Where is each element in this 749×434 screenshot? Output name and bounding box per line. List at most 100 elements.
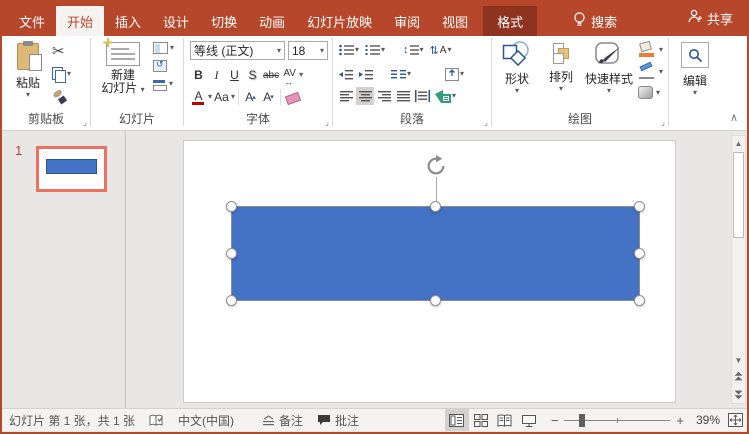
scrollbar-thumb[interactable] — [733, 152, 744, 238]
numbering-icon — [365, 44, 380, 56]
tab-view[interactable]: 视图 — [431, 6, 479, 36]
normal-view-button[interactable] — [445, 409, 469, 431]
align-right-button[interactable] — [375, 87, 393, 105]
slide-layout-button[interactable]: ▾ — [153, 42, 174, 54]
scroll-up-button[interactable]: ▲ — [732, 136, 745, 150]
tab-review[interactable]: 审阅 — [383, 6, 431, 36]
notes-button[interactable]: 备注 — [255, 409, 310, 431]
character-spacing-button[interactable]: AV — [281, 66, 298, 84]
resize-handle-top-right[interactable] — [634, 201, 645, 212]
drawing-dialog-launcher[interactable]: ⌟ — [661, 118, 665, 126]
distribute-text-button[interactable] — [413, 87, 432, 105]
resize-handle-top-left[interactable] — [226, 201, 237, 212]
rotate-handle[interactable] — [425, 155, 447, 182]
bold-button[interactable]: B — [190, 66, 207, 84]
smartart-icon — [435, 90, 451, 103]
slide-show-button[interactable] — [517, 409, 541, 431]
cut-button[interactable]: ✂ — [52, 42, 71, 60]
line-spacing-button[interactable]: ↕ ▾ — [401, 41, 426, 59]
italic-button[interactable]: I — [208, 66, 225, 84]
spell-check-button[interactable] — [142, 409, 171, 431]
fit-slide-to-window-button[interactable] — [728, 413, 743, 427]
editing-label: 编辑 — [683, 72, 707, 89]
copy-button[interactable]: ▾ — [52, 65, 71, 83]
resize-handle-top-center[interactable] — [430, 201, 441, 212]
status-bar-right: − + 39% — [445, 409, 743, 431]
tab-file[interactable]: 文件 — [8, 6, 56, 36]
comments-icon — [317, 414, 331, 426]
increase-indent-button[interactable] — [357, 65, 375, 83]
paragraph-dialog-launcher[interactable]: ⌟ — [484, 118, 488, 126]
collapse-ribbon-button[interactable]: ∧ — [730, 111, 738, 124]
arrange-button[interactable]: 排列 ▾ — [538, 41, 584, 115]
format-painter-button[interactable] — [52, 88, 71, 106]
tab-insert[interactable]: 插入 — [104, 6, 152, 36]
zoom-slider-track[interactable] — [564, 420, 670, 421]
sparkle-icon — [103, 38, 112, 47]
reading-view-button[interactable] — [493, 409, 517, 431]
font-name-combobox[interactable]: 等线 (正文) ▾ — [190, 41, 285, 60]
strikethrough-button[interactable]: abc — [262, 66, 280, 84]
bullets-button[interactable]: ▾ — [337, 41, 361, 59]
text-direction-button[interactable]: ⇅A ▾ — [428, 41, 454, 59]
convert-smartart-button[interactable]: ▾ — [433, 87, 458, 105]
tab-home[interactable]: 开始 — [56, 6, 104, 36]
resize-handle-middle-right[interactable] — [634, 248, 645, 259]
dropdown-arrow-icon: ▾ — [452, 92, 456, 100]
slide-sorter-view-button[interactable] — [469, 409, 493, 431]
resize-handle-bottom-right[interactable] — [634, 295, 645, 306]
clipboard-dialog-launcher[interactable]: ⌟ — [83, 118, 87, 126]
tab-transitions[interactable]: 切换 — [200, 6, 248, 36]
slide-canvas[interactable] — [183, 140, 676, 403]
font-dialog-launcher[interactable]: ⌟ — [325, 118, 329, 126]
workspace: 1 ▲ ▼ — [2, 131, 747, 408]
grow-font-button[interactable]: A▴ — [242, 88, 259, 106]
shape-fill-button[interactable]: ▾ — [638, 42, 663, 57]
scroll-down-button[interactable]: ▼ — [732, 353, 745, 367]
paste-button[interactable]: 粘贴 ▾ — [8, 41, 48, 113]
numbering-button[interactable]: ▾ — [363, 41, 387, 59]
align-text-button[interactable]: ▾ — [443, 65, 466, 83]
share-button[interactable]: 共享 — [687, 0, 733, 36]
columns-button[interactable]: ▾ — [389, 65, 413, 83]
align-center-button[interactable] — [356, 87, 374, 105]
change-case-button[interactable]: Aa — [213, 88, 230, 106]
shape-outline-button[interactable]: ▾ — [638, 64, 663, 79]
font-size-combobox[interactable]: 18 ▾ — [288, 41, 328, 60]
resize-handle-bottom-left[interactable] — [226, 295, 237, 306]
shapes-button[interactable]: 形状 ▾ — [494, 41, 540, 115]
previous-slide-button[interactable] — [732, 367, 745, 385]
slide-indicator[interactable]: 幻灯片 第 1 张，共 1 张 — [2, 409, 142, 431]
slide-thumbnail[interactable] — [36, 146, 107, 192]
language-button[interactable]: 中文(中国) — [171, 409, 241, 431]
dropdown-arrow-icon: ▾ — [659, 46, 663, 54]
tab-slideshow[interactable]: 幻灯片放映 — [296, 6, 383, 36]
zoom-slider-thumb[interactable] — [579, 414, 585, 427]
text-shadow-button[interactable]: S — [244, 66, 261, 84]
quick-styles-button[interactable]: 快速样式 ▾ — [582, 41, 636, 115]
clear-formatting-button[interactable] — [284, 88, 301, 106]
tell-me-search[interactable]: 搜索 — [563, 6, 627, 36]
underline-button[interactable]: U — [226, 66, 243, 84]
comments-button[interactable]: 批注 — [310, 409, 366, 431]
resize-handle-bottom-center[interactable] — [430, 295, 441, 306]
next-slide-button[interactable] — [732, 385, 745, 403]
font-color-button[interactable]: A — [190, 88, 207, 106]
justify-button[interactable] — [394, 87, 412, 105]
editing-button[interactable]: 编辑 ▾ — [677, 42, 713, 97]
shape-effects-button[interactable]: ▾ — [638, 86, 663, 99]
resize-handle-middle-left[interactable] — [226, 248, 237, 259]
zoom-percentage[interactable]: 39% — [690, 413, 720, 427]
reset-slide-button[interactable] — [153, 60, 174, 72]
new-slide-button[interactable]: 新建 幻灯片 ▾ — [95, 41, 151, 115]
align-left-button[interactable] — [337, 87, 355, 105]
tab-format-contextual[interactable]: 格式 — [483, 6, 537, 36]
zoom-in-button[interactable]: + — [676, 413, 684, 428]
tab-design[interactable]: 设计 — [152, 6, 200, 36]
selected-rectangle-shape[interactable] — [232, 207, 639, 300]
tab-animations[interactable]: 动画 — [248, 6, 296, 36]
decrease-indent-button[interactable] — [337, 65, 355, 83]
section-button[interactable]: ▾ — [153, 78, 174, 90]
zoom-out-button[interactable]: − — [551, 413, 559, 428]
shrink-font-button[interactable]: A▾ — [260, 88, 277, 106]
